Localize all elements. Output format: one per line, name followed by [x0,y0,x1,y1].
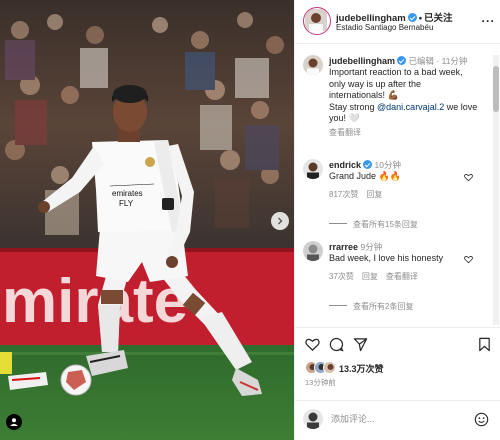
avatar-image [305,9,327,31]
commenter-avatar[interactable] [303,159,323,179]
caption-time: 11分钟 [441,56,468,66]
header-author-line: judebellingham • 已关注 [336,10,453,24]
avatar-image [303,241,323,261]
comment-like-heart-icon[interactable] [464,173,473,182]
avatar-image [303,409,323,429]
caption-edited: 已编辑 [408,56,435,66]
caption-line-4-suffix: we love [444,101,478,112]
share-send-icon[interactable] [353,337,368,352]
avatar-image [303,55,323,75]
next-photo-button[interactable] [271,212,289,230]
caption-see-translation[interactable]: 查看翻译 [329,128,361,137]
scrollbar-thumb[interactable] [493,66,499,112]
post-header: judebellingham • 已关注 Estadio Santiago Bern… [295,0,500,44]
comment-body: endrick 10分钟 Grand Jude 🔥🔥 817次赞 回复 [329,159,459,200]
location-link[interactable]: Estadio Santiago Bernabéu [336,23,433,32]
comment-username[interactable]: endrick [329,160,361,170]
comment-text: Bad week, I love his honesty [329,253,444,263]
post-actions: 13.3万次赞 13分钟前 [295,327,500,440]
liker-avatar [323,361,336,374]
comments-scrollbar[interactable] [493,55,499,325]
reply-button[interactable]: 回复 [362,272,378,281]
post-photo[interactable]: mirate emirates FLY [0,0,294,440]
more-options-icon[interactable]: ··· [482,14,496,28]
comment-like-heart-icon[interactable] [464,255,473,264]
caption-line-4: Stay strong @dani.carvajal.2 we love [329,102,489,114]
comment-body: rrarree 9分钟 Bad week, I love his honesty… [329,241,459,282]
post-detail-panel: judebellingham • 已关注 Estadio Santiago Bern… [294,0,500,440]
comment-bubble-icon[interactable] [329,337,344,352]
caption-line-2: only way is up after the [329,78,422,89]
comment-time: 10分钟 [374,160,401,170]
tagged-user-icon [10,418,18,426]
view-replies-button[interactable]: 查看所有2条回复 [329,301,413,312]
svg-text:FLY: FLY [119,199,134,208]
comment-text: Grand Jude 🔥🔥 [329,171,401,181]
caption-line-1: Important reaction to a bad week, [329,67,463,77]
verified-badge-icon [407,13,417,22]
caption-body: judebellingham 已编辑 · 11分钟 Important reac… [329,55,489,138]
add-comment-input[interactable] [331,414,461,424]
save-bookmark-icon[interactable] [477,337,492,352]
current-user-avatar [303,409,323,429]
like-count[interactable]: 13.3万次赞 [339,362,384,375]
separator-dot: · [434,56,442,66]
mention-link[interactable]: @dani.carvajal.2 [377,102,444,112]
verified-badge-icon [363,160,373,169]
commenter-avatar[interactable] [303,241,323,261]
comment-username[interactable]: rrarree [329,242,358,252]
add-comment-bar [295,400,500,440]
caption-username[interactable]: judebellingham [329,56,395,66]
author-avatar[interactable] [303,7,331,35]
caption-line-3: internationals! 💪🏾 [329,90,399,100]
caption-line-5: you! 🤍 [329,113,360,123]
view-replies-button[interactable]: 查看所有15条回复 [329,219,418,230]
reply-button[interactable]: 回复 [366,190,382,199]
tagged-users-button[interactable] [6,414,22,430]
post-timestamp: 13分钟前 [305,378,336,387]
svg-text:emirates: emirates [112,189,143,198]
like-heart-icon[interactable] [305,337,320,352]
caption-avatar[interactable] [303,55,323,75]
comment-like-count[interactable]: 817次赞 [329,190,358,199]
see-translation-button[interactable]: 查看翻译 [386,272,418,281]
comment-like-count[interactable]: 37次赞 [329,272,354,281]
chevron-right-icon [278,217,283,225]
avatar-image [303,159,323,179]
comment-time: 9分钟 [360,242,383,252]
post-image: mirate emirates FLY [0,0,294,440]
emoji-icon[interactable] [474,412,489,427]
caption-line-4-prefix: Stay strong [329,101,378,112]
comments-list[interactable]: judebellingham 已编辑 · 11分钟 Important reac… [295,45,500,327]
verified-badge-icon [397,56,407,65]
